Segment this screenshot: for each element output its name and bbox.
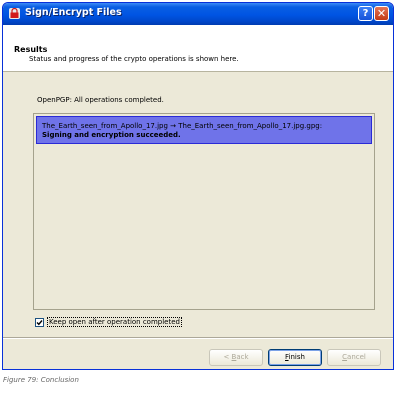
finish-button[interactable]: Finish (268, 349, 322, 366)
figure-caption: Figure 79: Conclusion (3, 376, 79, 384)
window-title: Sign/Encrypt Files (25, 7, 122, 18)
back-button[interactable]: < Back (209, 349, 263, 366)
sign-encrypt-dialog: Sign/Encrypt Files ? ✕ Results Status an… (2, 2, 394, 370)
app-lock-icon (9, 8, 20, 19)
results-list[interactable]: The_Earth_seen_from_Apollo_17.jpg → The_… (33, 113, 375, 310)
help-icon[interactable]: ? (358, 6, 373, 21)
checkmark-icon (36, 319, 43, 325)
back-rest: ack (236, 353, 249, 361)
cancel-rest: ancel (347, 353, 366, 361)
status-text: OpenPGP: All operations completed. (37, 96, 164, 104)
keep-open-checkbox[interactable] (35, 317, 44, 327)
page-subtitle: Status and progress of the crypto operat… (29, 55, 239, 63)
result-text: Signing and encryption succeeded. (42, 131, 181, 139)
back-prefix: < (223, 353, 232, 361)
keep-open-label[interactable]: Keep open after operation completed (47, 317, 182, 327)
wizard-header: Results Status and progress of the crypt… (3, 25, 393, 72)
close-icon[interactable]: ✕ (374, 6, 389, 21)
keep-open-option[interactable]: Keep open after operation completed (35, 317, 182, 327)
list-item[interactable]: The_Earth_seen_from_Apollo_17.jpg → The_… (36, 116, 372, 144)
button-separator (3, 337, 393, 339)
cancel-button[interactable]: Cancel (327, 349, 381, 366)
operation-text: The_Earth_seen_from_Apollo_17.jpg → The_… (42, 122, 323, 130)
finish-rest: inish (288, 353, 305, 361)
page-title: Results (14, 45, 48, 54)
title-bar[interactable]: Sign/Encrypt Files ? ✕ (3, 3, 393, 25)
